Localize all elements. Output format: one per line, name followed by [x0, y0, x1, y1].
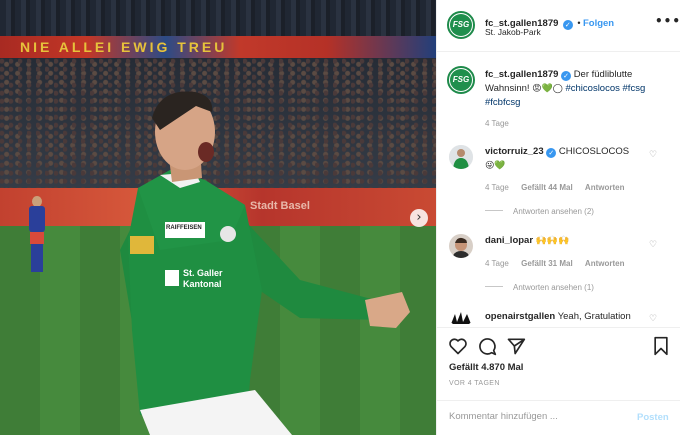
caption-verified-icon: ✓: [561, 71, 572, 81]
likes-count[interactable]: Gefällt 4.870 Mal: [449, 362, 523, 373]
comment-2-emojis: 🙌🙌🙌: [535, 236, 570, 246]
hashtag-chicoslocos[interactable]: #chicoslocos: [565, 83, 619, 94]
comment-avatar-victorruiz[interactable]: [449, 145, 473, 169]
comment-avatar-openairstgallen[interactable]: [449, 310, 473, 326]
post-actions: Gefällt 4.870 Mal VOR 4 TAGEN Posten: [437, 327, 680, 435]
replies-line: [485, 210, 503, 211]
caption: fc_st.gallen1879 ✓ Der füdliblutte Wahns…: [485, 68, 670, 110]
comment-3: openairstgallen Yeah, Gratulation: [485, 310, 655, 326]
jersey-sponsor-line2: Kantonal: [183, 279, 222, 289]
comment-1-likes[interactable]: Gefällt 44 Mal: [521, 183, 573, 192]
post-photo[interactable]: NIE ALLEI EWIG TREU Stadt Basel RAIFFEIS…: [0, 0, 436, 435]
comment-input[interactable]: [449, 411, 619, 422]
caption-avatar-logo: FSG: [450, 69, 472, 91]
avatar-image: [449, 145, 473, 169]
comment-2-like-icon[interactable]: ♡: [649, 240, 657, 250]
comment-1-meta: 4 Tage Gefällt 44 Mal Antworten: [485, 183, 634, 192]
hashtag-fcsg[interactable]: #fcsg: [623, 83, 646, 94]
caption-emojis: 😡💚◯: [532, 84, 563, 94]
celebrating-player: [120, 91, 410, 435]
comment-2-view-replies[interactable]: Antworten ansehen (1): [485, 283, 594, 292]
comment-1-time[interactable]: 4 Tage: [485, 183, 509, 192]
account-avatar[interactable]: FSG: [447, 11, 475, 39]
comment-1-verified-icon: ✓: [546, 148, 557, 158]
comment-2-username[interactable]: dani_lopar: [485, 235, 533, 246]
caption-time[interactable]: 4 Tage: [485, 119, 509, 128]
comment-2-likes[interactable]: Gefällt 31 Mal: [521, 259, 573, 268]
avatar-image: [449, 234, 473, 258]
like-heart-icon[interactable]: [448, 336, 468, 356]
comment-avatar-dani-lopar[interactable]: [449, 234, 473, 258]
post-comment-button[interactable]: Posten: [637, 412, 669, 423]
comment-3-username[interactable]: openairstgallen: [485, 311, 555, 322]
hashtag-fcbfcsg[interactable]: #fcbfcsg: [485, 97, 520, 108]
comment-1-like-icon[interactable]: ♡: [649, 150, 657, 160]
comment-1-emojis: 😜💚: [485, 161, 506, 171]
post-header: FSG fc_st.gallen1879 ✓ • Folgen St. Jako…: [437, 0, 680, 52]
comment-3-text: Yeah, Gratulation: [557, 311, 631, 322]
comment-3-like-icon[interactable]: ♡: [649, 314, 657, 326]
location-link[interactable]: St. Jakob-Park: [485, 27, 541, 37]
follow-button[interactable]: Folgen: [583, 18, 614, 29]
comment-1-text: CHICOSLOCOS: [558, 146, 630, 157]
jersey-sponsor-line1: St. Galler: [183, 268, 223, 278]
comment-2-meta: 4 Tage Gefällt 31 Mal Antworten: [485, 259, 634, 268]
replies-line: [485, 286, 503, 287]
comment-1-view-replies[interactable]: Antworten ansehen (2): [485, 207, 594, 216]
jersey-sponsor-top: RAIFFEISEN: [166, 225, 202, 231]
more-options-icon[interactable]: •••: [655, 14, 680, 28]
sun-logo-icon: [449, 310, 473, 326]
comment-1-reply-button[interactable]: Antworten: [585, 183, 625, 192]
comment-2-time[interactable]: 4 Tage: [485, 259, 509, 268]
post-sidebar: FSG fc_st.gallen1879 ✓ • Folgen St. Jako…: [436, 0, 680, 435]
comment-2-reply-button[interactable]: Antworten: [585, 259, 625, 268]
share-send-icon[interactable]: [506, 336, 526, 356]
posted-time[interactable]: VOR 4 TAGEN: [449, 380, 500, 387]
carousel-next-button[interactable]: ›: [410, 209, 428, 227]
comment-bubble-icon[interactable]: [477, 336, 497, 356]
comment-1: victorruiz_23 ✓ CHICOSLOCOS 😜💚: [485, 145, 655, 173]
verified-badge-icon: ✓: [562, 20, 573, 30]
comment-form: Posten: [437, 400, 680, 435]
comment-1-username[interactable]: victorruiz_23: [485, 146, 544, 157]
comment-1-view-replies-label: Antworten ansehen (2): [513, 207, 594, 216]
comment-2-view-replies-label: Antworten ansehen (1): [513, 283, 594, 292]
caption-username[interactable]: fc_st.gallen1879: [485, 69, 558, 80]
caption-avatar[interactable]: FSG: [447, 66, 475, 94]
bookmark-icon[interactable]: [651, 336, 671, 356]
account-avatar-logo: FSG: [450, 14, 472, 36]
comment-2: dani_lopar 🙌🙌🙌: [485, 234, 655, 248]
